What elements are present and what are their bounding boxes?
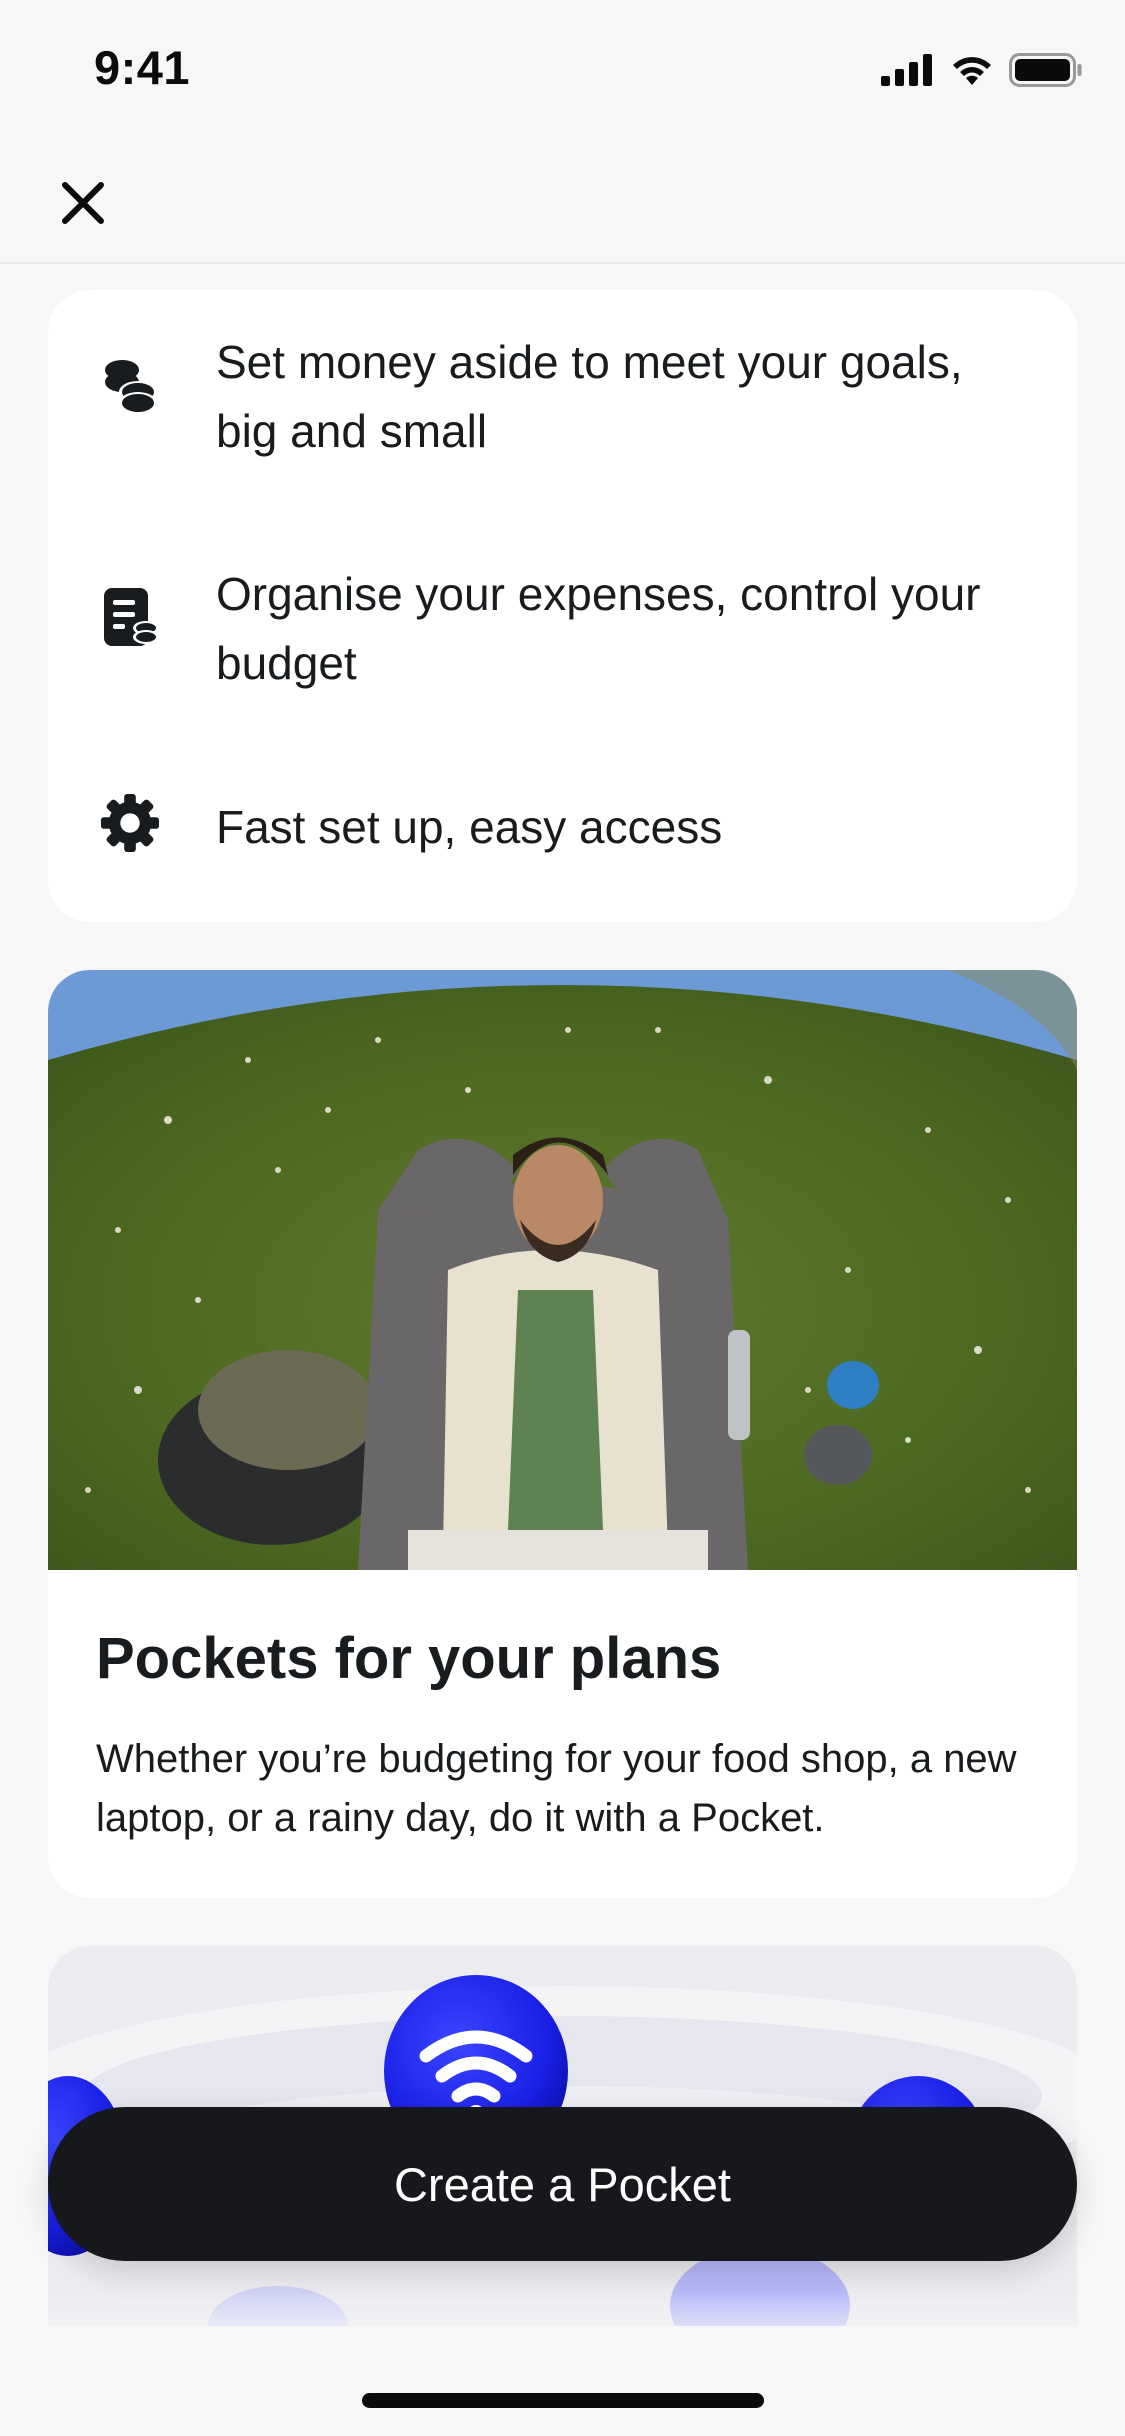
battery-icon [1009, 53, 1082, 87]
status-time: 9:41 [94, 41, 191, 94]
status-bar: 9:41 [0, 0, 1125, 140]
gear-icon [100, 793, 160, 853]
coins-icon [100, 356, 160, 416]
feature-text: Organise your expenses, control your bud… [216, 568, 981, 689]
status-icons [881, 50, 1083, 90]
promo-title: Pockets for your plans [96, 1626, 722, 1691]
man-lying-on-grass-photo [48, 970, 1077, 1570]
close-button[interactable] [50, 170, 116, 236]
features-card: Set money aside to meet your goals, big … [48, 290, 1077, 922]
feature-text: Fast set up, easy access [216, 801, 723, 853]
cellular-signal-icon [881, 54, 932, 86]
header [0, 140, 1125, 264]
promo-card[interactable]: Pockets for your plans Whether you’re bu… [48, 970, 1077, 1898]
promo-body: Whether you’re budgeting for your food s… [96, 1737, 1017, 1840]
home-indicator [362, 2393, 764, 2408]
bottom-fade [0, 2290, 1125, 2436]
feature-text: Set money aside to meet your goals, big … [216, 336, 963, 457]
close-icon [62, 182, 104, 224]
budget-icon [100, 588, 160, 648]
wifi-icon [953, 57, 991, 85]
create-pocket-button[interactable]: Create a Pocket [48, 2107, 1077, 2261]
